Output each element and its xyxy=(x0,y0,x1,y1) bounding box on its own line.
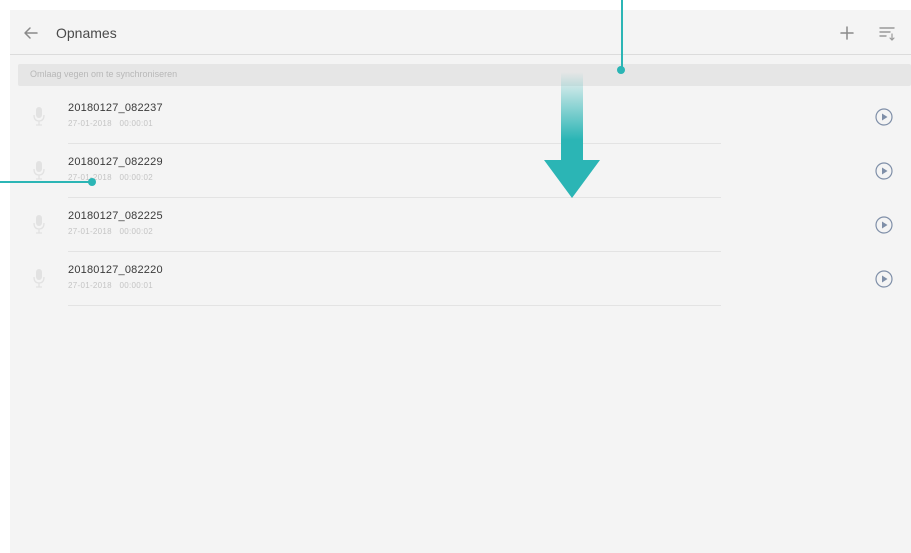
callout-dot-top xyxy=(617,66,625,74)
play-icon[interactable] xyxy=(874,107,894,127)
microphone-icon xyxy=(33,161,45,180)
recording-name: 20180127_082237 xyxy=(68,102,163,114)
recordings-list: 20180127_082237 27-01-2018 00:00:01 2018… xyxy=(10,90,911,306)
recording-duration: 00:00:02 xyxy=(119,173,154,182)
sync-hint-bar: Omlaag vegen om te synchroniseren xyxy=(18,64,911,86)
sync-hint-text: Omlaag vegen om te synchroniseren xyxy=(30,69,178,79)
recording-duration: 00:00:01 xyxy=(119,281,154,290)
arrow-left-icon[interactable] xyxy=(22,24,40,42)
microphone-icon xyxy=(33,269,45,288)
play-icon[interactable] xyxy=(874,215,894,235)
list-item[interactable]: 20180127_082225 27-01-2018 00:00:02 xyxy=(10,198,911,252)
recording-meta: 27-01-2018 00:00:01 xyxy=(68,281,153,290)
sort-icon[interactable] xyxy=(878,24,896,42)
recording-meta: 27-01-2018 00:00:01 xyxy=(68,119,153,128)
microphone-icon xyxy=(33,107,45,126)
microphone-icon xyxy=(33,215,45,234)
list-item[interactable]: 20180127_082229 27-01-2018 00:00:02 xyxy=(10,144,911,198)
recording-duration: 00:00:01 xyxy=(119,119,154,128)
recording-name: 20180127_082225 xyxy=(68,210,163,222)
play-icon[interactable] xyxy=(874,269,894,289)
recording-date: 27-01-2018 xyxy=(68,227,112,236)
play-icon[interactable] xyxy=(874,161,894,181)
row-divider xyxy=(68,305,721,306)
callout-line-top xyxy=(621,0,623,70)
plus-icon[interactable] xyxy=(838,24,856,42)
recording-date: 27-01-2018 xyxy=(68,119,112,128)
page-title: Opnames xyxy=(56,25,117,41)
recording-duration: 00:00:02 xyxy=(119,227,154,236)
swipe-down-arrow-icon xyxy=(544,72,600,198)
app-header: Opnames xyxy=(10,10,911,56)
callout-dot-left xyxy=(88,178,96,186)
recorder-screen: Opnames Omlaag vegen om te synchronisere… xyxy=(10,10,911,553)
callout-line-left xyxy=(0,181,92,183)
recording-name: 20180127_082229 xyxy=(68,156,163,168)
recording-meta: 27-01-2018 00:00:02 xyxy=(68,227,153,236)
list-item[interactable]: 20180127_082220 27-01-2018 00:00:01 xyxy=(10,252,911,306)
header-divider xyxy=(10,54,911,55)
recording-name: 20180127_082220 xyxy=(68,264,163,276)
list-item[interactable]: 20180127_082237 27-01-2018 00:00:01 xyxy=(10,90,911,144)
recording-date: 27-01-2018 xyxy=(68,281,112,290)
